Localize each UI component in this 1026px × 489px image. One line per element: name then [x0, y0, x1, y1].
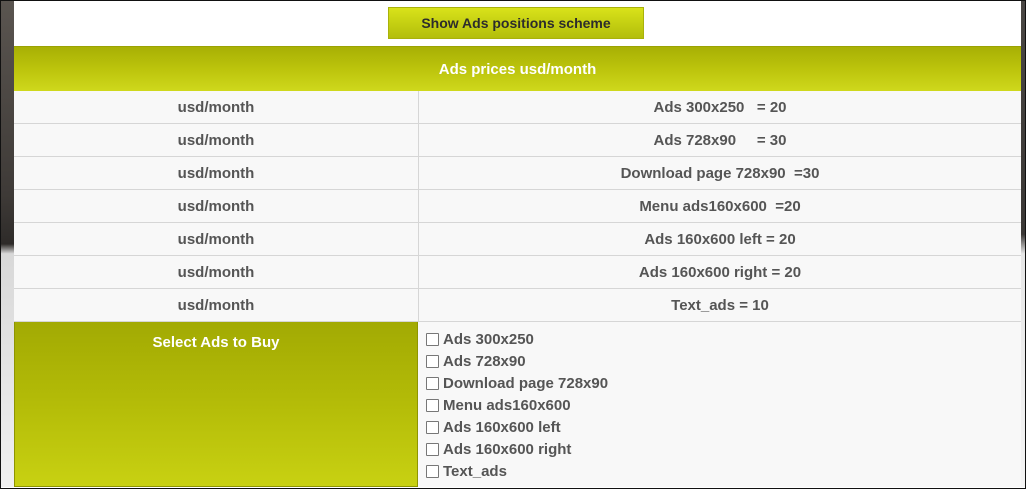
price-unit-cell: usd/month	[14, 156, 419, 190]
option-ads-300x250[interactable]: Ads 300x250	[426, 328, 1021, 350]
select-ads-label: Select Ads to Buy	[14, 322, 418, 487]
option-label: Ads 300x250	[443, 330, 534, 348]
checkbox-unchecked-icon[interactable]	[426, 332, 439, 346]
price-unit-cell: usd/month	[14, 189, 419, 223]
checkbox-unchecked-icon[interactable]	[426, 398, 439, 412]
option-ads-728x90[interactable]: Ads 728x90	[426, 350, 1021, 372]
option-menu-ads-160x600[interactable]: Menu ads160x600	[426, 394, 1021, 416]
prices-table: usd/month Ads 300x250 = 20 usd/month Ads…	[14, 91, 1021, 322]
table-row: usd/month Ads 160x600 right = 20	[14, 255, 1021, 289]
option-label: Ads 160x600 right	[443, 440, 572, 458]
prices-table-header: Ads prices usd/month	[14, 46, 1021, 91]
option-ads-160x600-left[interactable]: Ads 160x600 left	[426, 416, 1021, 438]
option-label: Text_ads	[443, 462, 507, 480]
checkbox-unchecked-icon[interactable]	[426, 464, 439, 478]
checkbox-unchecked-icon[interactable]	[426, 354, 439, 368]
price-item-cell: Menu ads160x600 =20	[418, 189, 1021, 223]
option-label: Ads 728x90	[443, 352, 526, 370]
table-row: usd/month Ads 300x250 = 20	[14, 91, 1021, 124]
option-label: Ads 160x600 left	[443, 418, 561, 436]
ads-options-list: Ads 300x250 Ads 728x90 Download page 728…	[418, 322, 1021, 487]
option-label: Menu ads160x600	[443, 396, 571, 414]
table-row: usd/month Ads 728x90 = 30	[14, 123, 1021, 157]
price-item-cell: Ads 160x600 right = 20	[418, 255, 1021, 289]
checkbox-unchecked-icon[interactable]	[426, 420, 439, 434]
price-unit-cell: usd/month	[14, 288, 419, 322]
option-ads-160x600-right[interactable]: Ads 160x600 right	[426, 438, 1021, 460]
price-unit-cell: usd/month	[14, 255, 419, 289]
price-item-cell: Ads 300x250 = 20	[418, 91, 1021, 124]
ads-pricing-panel: Show Ads positions scheme Ads prices usd…	[14, 1, 1021, 487]
table-row: usd/month Download page 728x90 =30	[14, 156, 1021, 190]
price-unit-cell: usd/month	[14, 222, 419, 256]
option-download-page-728x90[interactable]: Download page 728x90	[426, 372, 1021, 394]
table-row: usd/month Ads 160x600 left = 20	[14, 222, 1021, 256]
show-ads-scheme-button[interactable]: Show Ads positions scheme	[388, 7, 644, 39]
checkbox-unchecked-icon[interactable]	[426, 376, 439, 390]
price-unit-cell: usd/month	[14, 123, 419, 157]
left-background-edge	[1, 1, 14, 487]
price-unit-cell: usd/month	[14, 91, 419, 124]
price-item-cell: Download page 728x90 =30	[418, 156, 1021, 190]
option-text-ads[interactable]: Text_ads	[426, 460, 1021, 482]
option-label: Download page 728x90	[443, 374, 609, 392]
price-item-cell: Ads 160x600 left = 20	[418, 222, 1021, 256]
price-item-cell: Ads 728x90 = 30	[418, 123, 1021, 157]
table-row: usd/month Menu ads160x600 =20	[14, 189, 1021, 223]
checkbox-unchecked-icon[interactable]	[426, 442, 439, 456]
right-background-edge	[1021, 1, 1025, 487]
select-ads-section: Select Ads to Buy Ads 300x250 Ads 728x90…	[14, 322, 1021, 487]
top-bar: Show Ads positions scheme	[14, 1, 1021, 46]
price-item-cell: Text_ads = 10	[418, 288, 1021, 322]
table-row: usd/month Text_ads = 10	[14, 288, 1021, 322]
